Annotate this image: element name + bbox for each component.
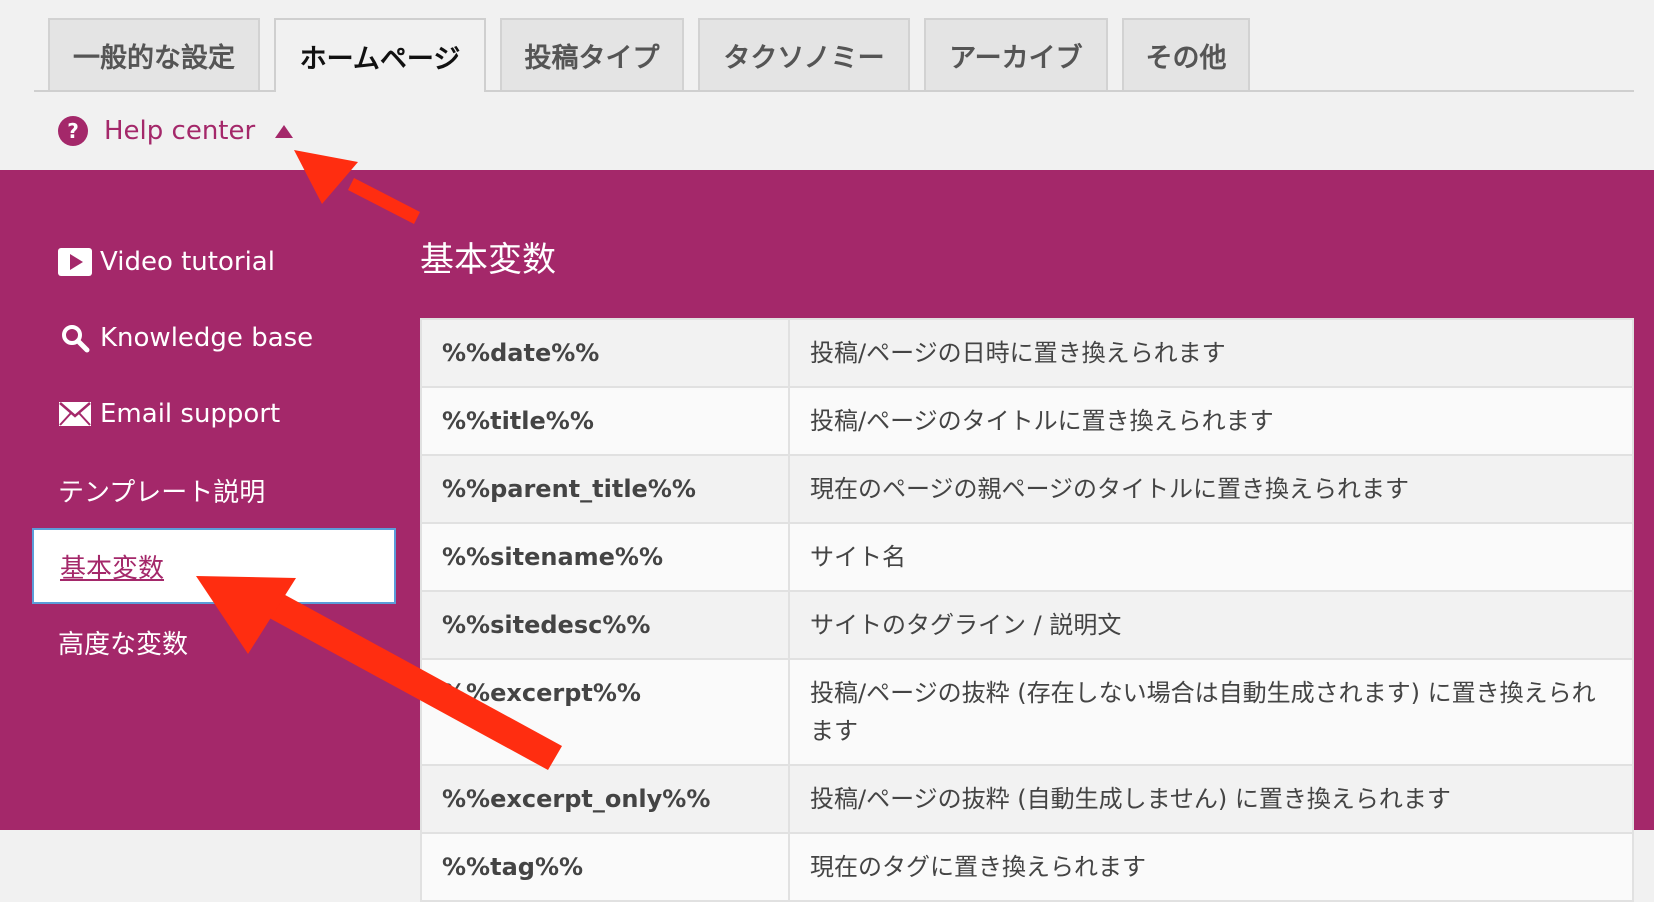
variable-description: 現在のタグに置き換えられます [788,832,1634,902]
play-icon [58,245,92,279]
nav-email-support-label: Email support [100,399,281,429]
variable-name: %%parent_title%% [420,454,790,524]
variable-description: 投稿/ページの抜粋 (存在しない場合は自動生成されます) に置き換えられます [788,658,1634,766]
tab-other[interactable]: その他 [1122,18,1250,90]
table-row: %%excerpt%% 投稿/ページの抜粋 (存在しない場合は自動生成されます)… [420,658,1634,766]
nav-knowledge-base[interactable]: Knowledge base [32,300,396,376]
table-row: %%date%% 投稿/ページの日時に置き換えられます [420,318,1634,388]
variable-description: 投稿/ページの日時に置き換えられます [788,318,1634,388]
variables-table: %%date%% 投稿/ページの日時に置き換えられます %%title%% 投稿… [420,318,1634,902]
settings-tabs: 一般的な設定 ホームページ 投稿タイプ タクソノミー アーカイブ その他 [34,0,1634,92]
variable-name: %%sitename%% [420,522,790,592]
question-icon: ? [58,116,88,146]
table-row: %%sitename%% サイト名 [420,522,1634,592]
variable-name: %%excerpt%% [420,658,790,766]
table-row: %%excerpt_only%% 投稿/ページの抜粋 (自動生成しません) に置… [420,764,1634,834]
table-row: %%parent_title%% 現在のページの親ページのタイトルに置き換えられ… [420,454,1634,524]
variable-description: 投稿/ページのタイトルに置き換えられます [788,386,1634,456]
nav-email-support[interactable]: Email support [32,376,396,452]
nav-knowledge-base-label: Knowledge base [100,323,314,353]
content-title: 基本変数 [420,240,556,280]
tab-general-settings[interactable]: 一般的な設定 [48,18,260,90]
variable-name: %%date%% [420,318,790,388]
search-icon [58,321,92,355]
variable-description: サイト名 [788,522,1634,592]
nav-basic-variables-label[interactable]: 基本変数 [60,548,164,585]
tab-post-types[interactable]: 投稿タイプ [500,18,684,90]
nav-advanced-variables[interactable]: 高度な変数 [32,604,396,680]
help-nav: Video tutorial Knowledge base Email supp… [0,170,400,830]
nav-video-tutorial[interactable]: Video tutorial [32,224,396,300]
help-center-toggle[interactable]: ? Help center [58,110,294,152]
nav-basic-variables[interactable]: 基本変数 [32,528,396,604]
tab-homepage[interactable]: ホームページ [274,18,486,92]
variable-description: 現在のページの親ページのタイトルに置き換えられます [788,454,1634,524]
nav-template-explanation-label: テンプレート説明 [58,477,266,508]
nav-template-explanation[interactable]: テンプレート説明 [32,452,396,528]
help-panel: Video tutorial Knowledge base Email supp… [0,170,1654,902]
nav-advanced-variables-label: 高度な変数 [58,629,189,660]
variable-name: %%title%% [420,386,790,456]
variable-description: 投稿/ページの抜粋 (自動生成しません) に置き換えられます [788,764,1634,834]
envelope-icon [58,397,92,431]
tab-archives[interactable]: アーカイブ [924,18,1108,90]
caret-up-icon [275,124,294,138]
variable-description: サイトのタグライン / 説明文 [788,590,1634,660]
table-row: %%title%% 投稿/ページのタイトルに置き換えられます [420,386,1634,456]
help-center-label: Help center [104,116,256,146]
table-row: %%tag%% 現在のタグに置き換えられます [420,832,1634,902]
nav-video-tutorial-label: Video tutorial [100,247,275,277]
tab-taxonomies[interactable]: タクソノミー [698,18,910,90]
variable-name: %%sitedesc%% [420,590,790,660]
variable-name: %%excerpt_only%% [420,764,790,834]
variable-name: %%tag%% [420,832,790,902]
table-row: %%sitedesc%% サイトのタグライン / 説明文 [420,590,1634,660]
